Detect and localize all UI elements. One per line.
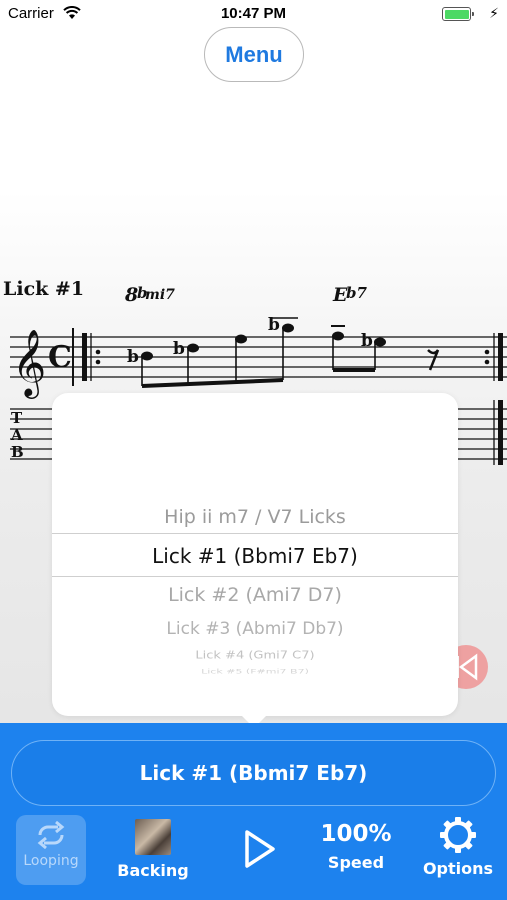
svg-text:b: b: [173, 339, 185, 359]
options-label: Options: [422, 859, 494, 878]
battery-full-icon: [442, 7, 474, 21]
backing-button[interactable]: Backing: [117, 815, 189, 885]
svg-text:A: A: [10, 426, 23, 444]
tab-clef: T A B: [10, 409, 24, 461]
gear-icon: [440, 817, 476, 853]
play-icon: [245, 830, 275, 868]
looping-button[interactable]: Looping: [16, 815, 86, 885]
chord-symbol-bbmi7: 8 b mi7: [124, 284, 175, 306]
svg-text:b: b: [127, 347, 139, 367]
current-lick-button[interactable]: Lick #1 (Bbmi7 Eb7): [11, 740, 496, 806]
score-title: Lick #1: [3, 278, 84, 300]
status-bar: Carrier 10:47 PM ⚡: [0, 0, 507, 28]
svg-text:T: T: [11, 409, 23, 427]
backing-label: Backing: [117, 861, 189, 880]
charging-bolt-icon: ⚡: [489, 5, 499, 21]
picker-row-item[interactable]: Lick #3 (Abmi7 Db7): [52, 619, 458, 639]
backing-thumbnail: [135, 819, 171, 855]
svg-text:b: b: [361, 331, 373, 351]
picker-row-item[interactable]: Lick #4 (Gmi7 C7): [52, 650, 458, 662]
svg-text:B: B: [11, 443, 24, 461]
treble-clef-icon: 𝄞: [12, 328, 46, 399]
lick-picker[interactable]: Hip ii m7 / V7 Licks Lick #1 (Bbmi7 Eb7)…: [52, 393, 458, 716]
note-run: b b b: [127, 315, 298, 388]
svg-text:mi7: mi7: [145, 287, 175, 303]
picker-selection-line-top: [52, 533, 458, 534]
picker-selection-line-bottom: [52, 576, 458, 577]
common-time-icon: C: [48, 340, 72, 375]
note-run-2: b: [331, 325, 386, 372]
play-button[interactable]: [232, 827, 284, 897]
picker-row-item[interactable]: Lick #2 (Ami7 D7): [52, 584, 458, 606]
current-lick-label: Lick #1 (Bbmi7 Eb7): [139, 761, 368, 785]
menu-button[interactable]: Menu: [204, 27, 304, 82]
chord-symbol-eb7: E b7: [332, 284, 367, 306]
picker-row-selected[interactable]: Lick #1 (Bbmi7 Eb7): [52, 544, 458, 568]
speed-button[interactable]: 100% Speed: [318, 815, 394, 885]
menu-button-label: Menu: [225, 41, 283, 67]
tab-end-barline: [498, 400, 503, 465]
loop-icon: [37, 821, 65, 849]
options-button[interactable]: Options: [420, 815, 496, 885]
bottom-control-panel: Lick #1 (Bbmi7 Eb7) Looping Backing 100%…: [0, 723, 507, 900]
looping-label: Looping: [23, 853, 79, 869]
picker-row-item[interactable]: Lick #5 (F#mi7 B7): [52, 668, 458, 675]
picker-row-category[interactable]: Hip ii m7 / V7 Licks: [52, 506, 458, 528]
speed-label: Speed: [327, 853, 385, 872]
speed-value: 100%: [320, 821, 392, 847]
status-time: 10:47 PM: [220, 5, 287, 22]
svg-text:b7: b7: [346, 284, 367, 302]
